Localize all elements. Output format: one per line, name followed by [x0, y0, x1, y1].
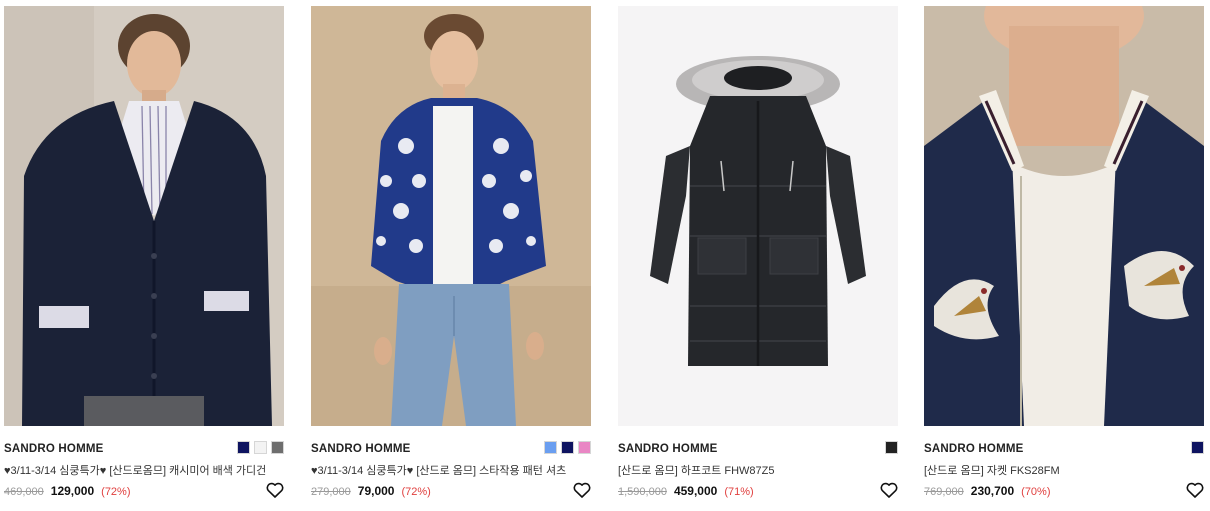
product-card[interactable]: SANDRO HOMME ♥3/11-3/14 심쿵특가♥ [산드로옴므] 캐시… [4, 6, 284, 506]
product-image[interactable] [311, 6, 591, 426]
original-price: 279,000 [311, 486, 351, 498]
color-swatch-pink[interactable] [578, 441, 591, 454]
discount-percent: (70%) [1021, 486, 1051, 498]
price-row: 1,590,000 459,000 (71%) [618, 484, 754, 498]
sale-price: 459,000 [673, 484, 718, 498]
color-swatch-black[interactable] [885, 441, 898, 454]
original-price: 769,000 [924, 486, 964, 498]
product-name[interactable]: [산드로 옴므] 하프코트 FHW87Z5 [618, 462, 894, 478]
color-swatch-grey[interactable] [271, 441, 284, 454]
color-swatch-navy[interactable] [561, 441, 574, 454]
heart-outline-icon[interactable] [1186, 482, 1204, 498]
product-image[interactable] [924, 6, 1204, 426]
color-swatches [885, 441, 898, 454]
product-name[interactable]: ♥3/11-3/14 심쿵특가♥ [산드로 옴므] 스타작용 패턴 셔츠 [311, 462, 587, 478]
discount-percent: (72%) [401, 486, 431, 498]
price-row: 279,000 79,000 (72%) [311, 484, 431, 498]
color-swatch-navy[interactable] [237, 441, 250, 454]
sale-price: 230,700 [970, 484, 1015, 498]
color-swatch-light-blue[interactable] [544, 441, 557, 454]
color-swatches [1191, 441, 1204, 454]
brand-label[interactable]: SANDRO HOMME [924, 443, 1024, 455]
brand-label[interactable]: SANDRO HOMME [4, 443, 104, 455]
sale-price: 129,000 [50, 484, 95, 498]
product-name[interactable]: [산드로 옴므] 자켓 FKS28FM [924, 462, 1200, 478]
sale-price: 79,000 [357, 484, 395, 498]
original-price: 469,000 [4, 486, 44, 498]
product-name[interactable]: ♥3/11-3/14 심쿵특가♥ [산드로옴므] 캐시미어 배색 가디건 [4, 462, 280, 478]
product-card[interactable]: SANDRO HOMME [산드로 옴므] 하프코트 FHW87Z5 1,590… [618, 6, 898, 506]
discount-percent: (72%) [101, 486, 131, 498]
product-card[interactable]: SANDRO HOMME [산드로 옴므] 자켓 FKS28FM 769,000… [924, 6, 1204, 506]
original-price: 1,590,000 [618, 486, 667, 498]
product-image[interactable] [618, 6, 898, 426]
heart-outline-icon[interactable] [266, 482, 284, 498]
discount-percent: (71%) [724, 486, 754, 498]
price-row: 769,000 230,700 (70%) [924, 484, 1051, 498]
color-swatches [544, 441, 591, 454]
brand-label[interactable]: SANDRO HOMME [618, 443, 718, 455]
color-swatch-navy[interactable] [1191, 441, 1204, 454]
product-card[interactable]: SANDRO HOMME ♥3/11-3/14 심쿵특가♥ [산드로 옴므] 스… [311, 6, 591, 506]
product-image[interactable] [4, 6, 284, 426]
heart-outline-icon[interactable] [880, 482, 898, 498]
product-grid: SANDRO HOMME ♥3/11-3/14 심쿵특가♥ [산드로옴므] 캐시… [0, 0, 1210, 511]
price-row: 469,000 129,000 (72%) [4, 484, 131, 498]
heart-outline-icon[interactable] [573, 482, 591, 498]
color-swatches [237, 441, 284, 454]
brand-label[interactable]: SANDRO HOMME [311, 443, 411, 455]
color-swatch-white[interactable] [254, 441, 267, 454]
